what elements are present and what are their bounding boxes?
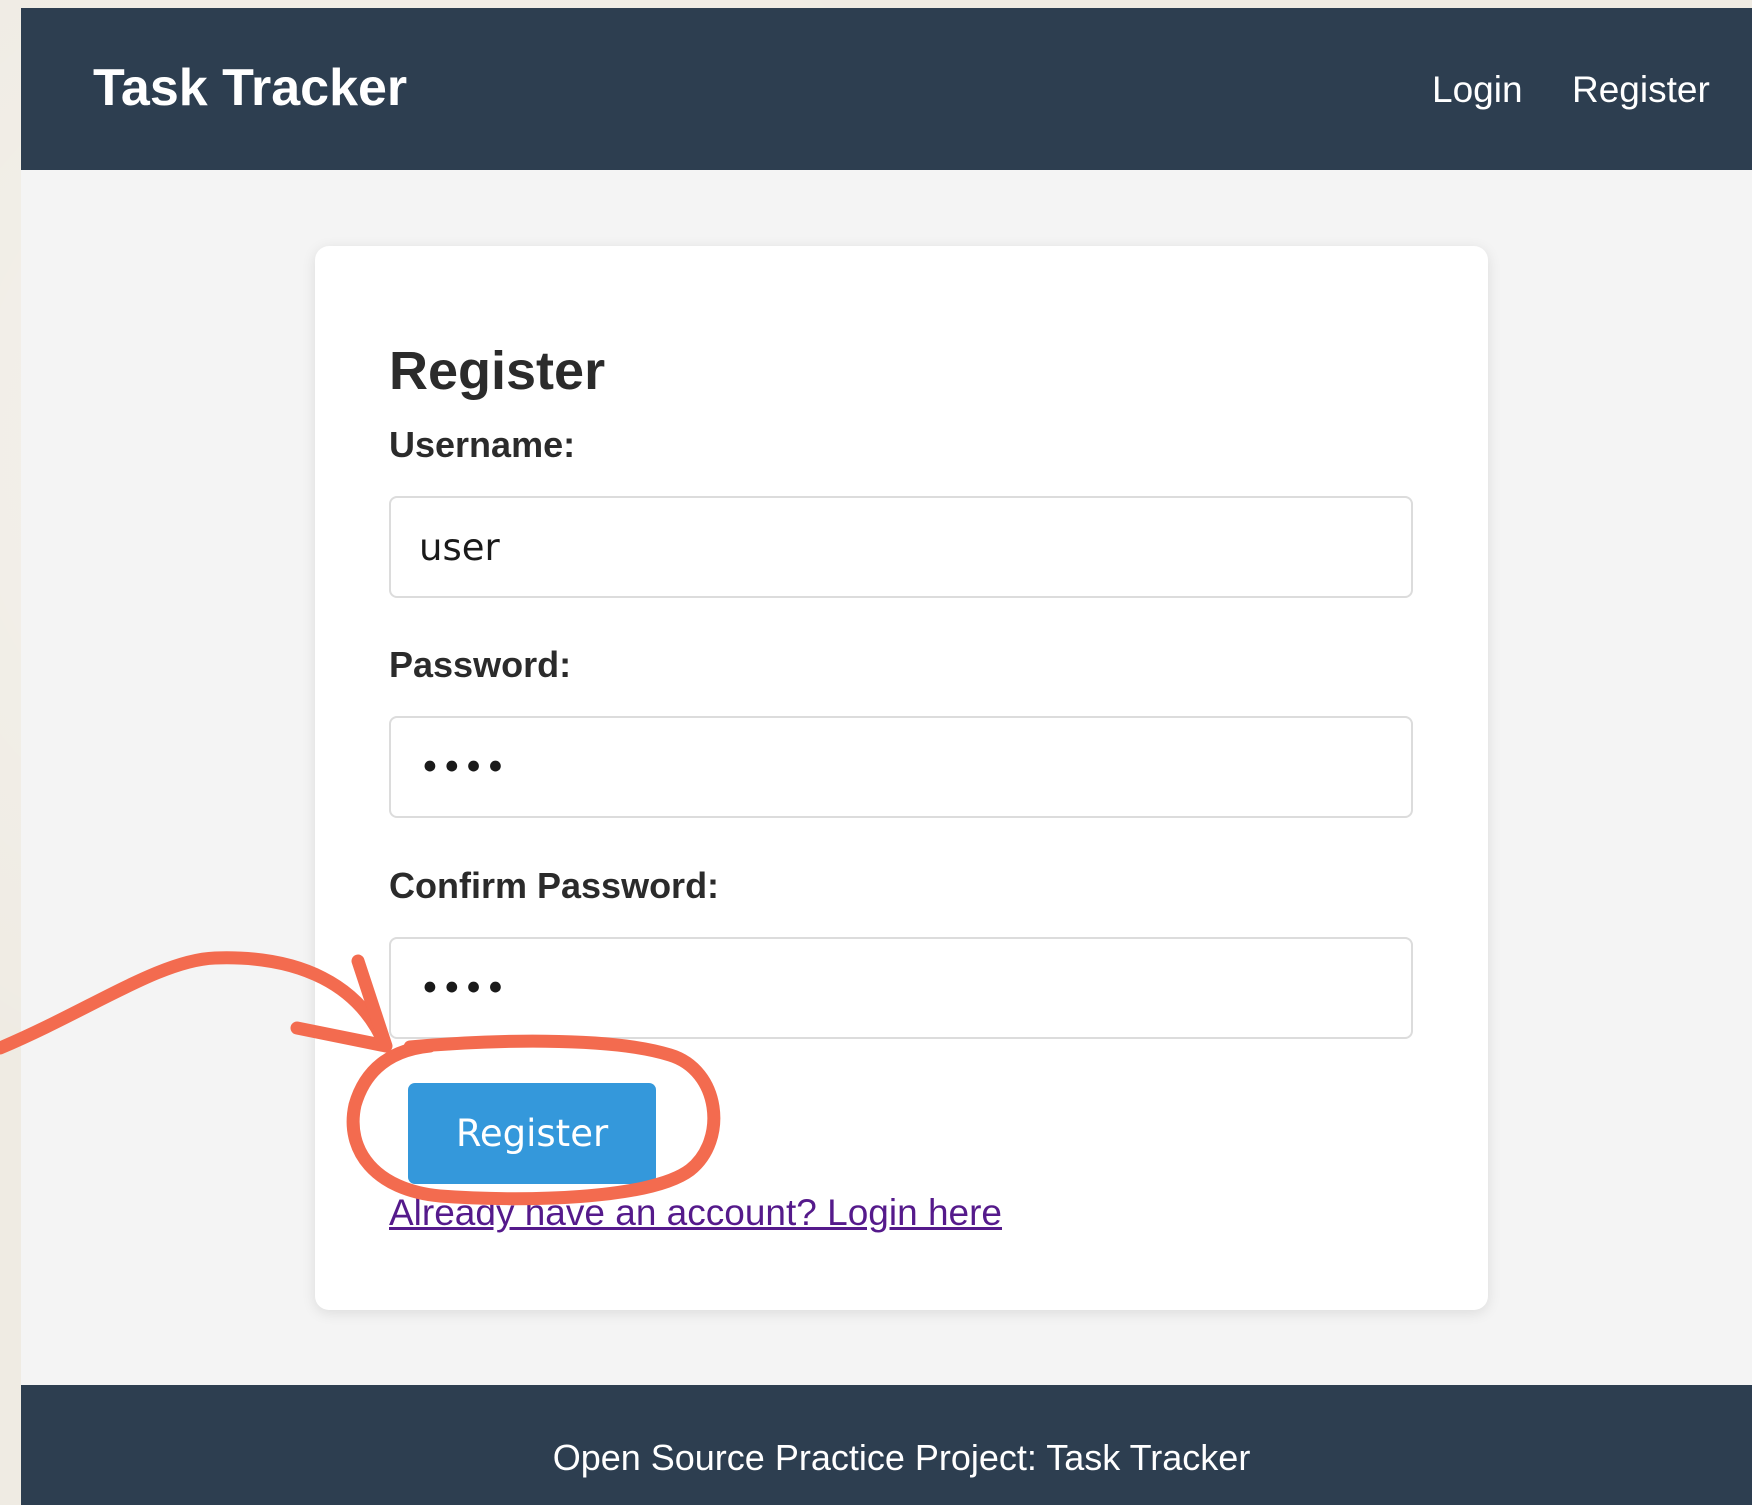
register-submit-button[interactable]: Register — [408, 1083, 656, 1184]
username-label: Username: — [389, 424, 576, 465]
login-here-link[interactable]: Already have an account? Login here — [389, 1190, 1002, 1236]
page-footer: Open Source Practice Project: Task Track… — [21, 1385, 1752, 1505]
password-input[interactable] — [389, 716, 1413, 818]
app-title: Task Tracker — [93, 59, 408, 117]
username-input[interactable] — [389, 496, 1413, 598]
nav-register-link[interactable]: Register — [1572, 68, 1710, 112]
footer-text: Open Source Practice Project: Task Track… — [552, 1437, 1251, 1478]
confirm-password-label: Confirm Password: — [389, 865, 720, 906]
register-card: Register Username: Password: Confirm Pas… — [315, 246, 1488, 1310]
app-window: Task Tracker Login Register Register Use… — [21, 8, 1752, 1505]
nav-login-link[interactable]: Login — [1432, 68, 1523, 112]
confirm-password-input[interactable] — [389, 937, 1413, 1039]
top-navbar: Task Tracker Login Register — [21, 8, 1752, 170]
form-title: Register — [389, 341, 606, 401]
password-label: Password: — [389, 644, 572, 685]
